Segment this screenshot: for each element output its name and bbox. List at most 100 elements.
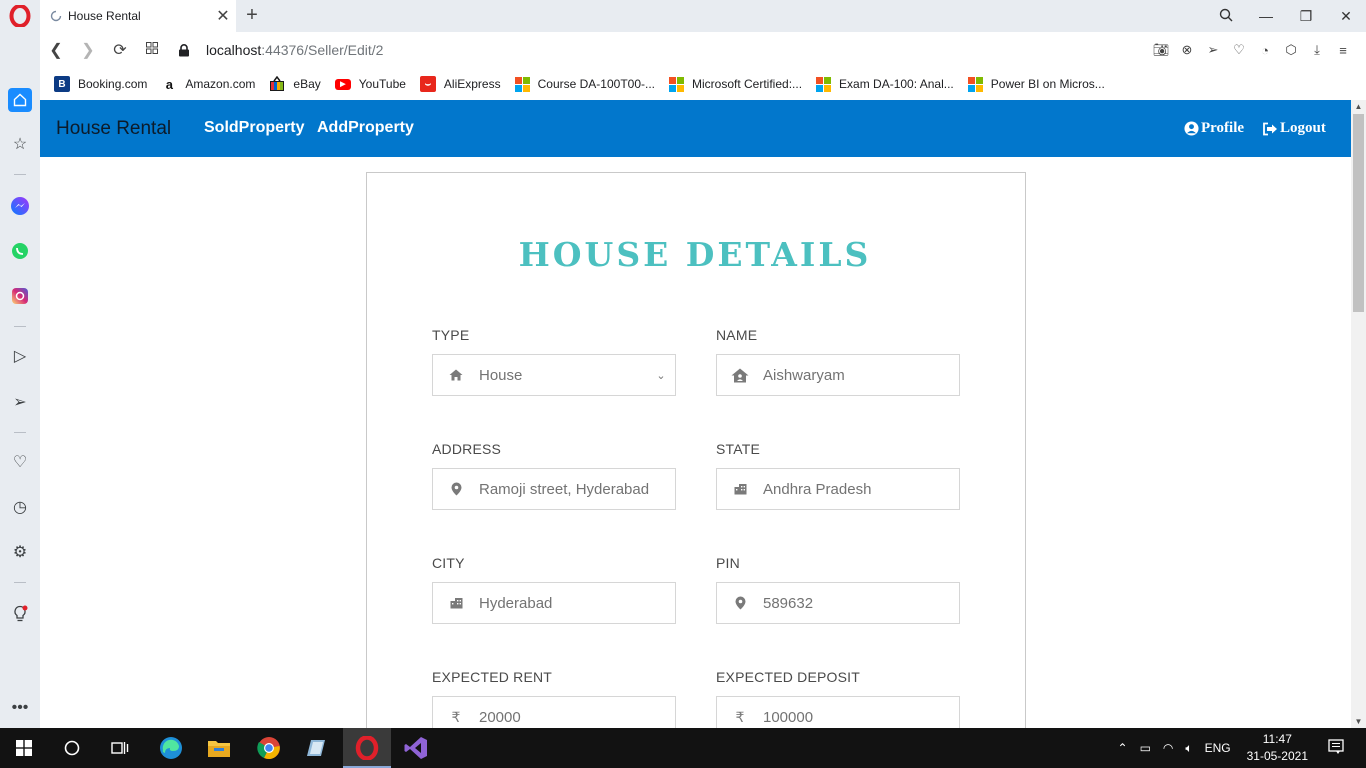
city-input[interactable]: Hyderabad xyxy=(432,582,676,624)
bookmarks-star-icon[interactable]: ☆ xyxy=(8,132,32,156)
reload-icon[interactable]: ⟳ xyxy=(104,40,136,60)
scroll-up-icon[interactable]: ▲ xyxy=(1351,102,1366,111)
whatsapp-icon[interactable] xyxy=(8,239,32,263)
tab-grid-icon[interactable] xyxy=(136,41,168,59)
task-view-icon[interactable] xyxy=(108,736,132,760)
bookmark-booking[interactable]: B Booking.com xyxy=(54,76,147,92)
building-icon xyxy=(717,483,763,495)
nav-link-sold-property[interactable]: SoldProperty xyxy=(204,119,304,137)
close-tab-icon[interactable]: ✕ xyxy=(210,6,236,26)
edge-icon[interactable] xyxy=(159,736,183,760)
deposit-input[interactable]: ₹ 100000 xyxy=(716,696,960,728)
chrome-icon[interactable] xyxy=(257,736,281,760)
browser-tab-house-rental[interactable]: House Rental ✕ xyxy=(40,0,236,32)
pin-input[interactable]: 589632 xyxy=(716,582,960,624)
bookmark-power-bi[interactable]: Power BI on Micros... xyxy=(967,76,1105,92)
back-icon[interactable]: ❮ xyxy=(40,40,72,60)
search-tabs-icon[interactable] xyxy=(1206,8,1246,25)
instagram-icon[interactable] xyxy=(8,284,32,308)
notes-app-icon[interactable] xyxy=(305,736,329,760)
bookmark-exam[interactable]: Exam DA-100: Anal... xyxy=(816,76,954,92)
house-details-card: HOUSE DETAILS TYPE House ⌄ NAME Aishwary… xyxy=(366,172,1026,728)
file-explorer-icon[interactable] xyxy=(207,736,231,760)
clock[interactable]: 11:47 31-05-2021 xyxy=(1247,731,1308,765)
player-icon[interactable]: ▷ xyxy=(8,344,32,368)
more-options-icon[interactable]: ••• xyxy=(8,696,32,720)
windows-taskbar: ⌃ ▭ ◠ 🔈︎ ENG 11:47 31-05-2021 xyxy=(0,728,1366,768)
loading-icon xyxy=(50,10,62,22)
flow-send-icon[interactable]: ➢ xyxy=(8,390,32,414)
name-input[interactable]: Aishwaryam xyxy=(716,354,960,396)
download-icon[interactable]: ⤓ xyxy=(1304,42,1330,58)
state-input[interactable]: Andhra Pradesh xyxy=(716,468,960,510)
bookmark-microsoft-certified[interactable]: Microsoft Certified:... xyxy=(669,76,802,92)
vpn-icon[interactable]: ◔ xyxy=(1252,43,1278,58)
state-label: STATE xyxy=(716,441,761,457)
extensions-cube-icon[interactable]: ⬡ xyxy=(1278,42,1304,58)
aliexpress-icon: ⌣ xyxy=(419,76,436,92)
type-value: House xyxy=(479,366,523,384)
visual-studio-icon[interactable] xyxy=(404,736,428,760)
close-window-icon[interactable]: ✕ xyxy=(1326,8,1366,25)
site-brand[interactable]: House Rental xyxy=(56,118,171,140)
microsoft-icon xyxy=(816,76,832,92)
windows-start-icon[interactable] xyxy=(12,736,36,760)
url-field[interactable]: localhost:44376/Seller/Edit/2 xyxy=(178,42,383,58)
volume-icon[interactable]: 🔈︎ xyxy=(1185,741,1192,756)
scrollbar-thumb[interactable] xyxy=(1353,114,1364,312)
scroll-down-icon[interactable]: ▼ xyxy=(1351,717,1366,726)
profile-link[interactable]: Profile xyxy=(1184,120,1244,137)
lock-icon xyxy=(179,43,189,56)
battery-icon[interactable]: ▭ xyxy=(1140,741,1151,755)
sign-out-icon xyxy=(1263,122,1277,135)
map-marker-icon xyxy=(717,596,763,610)
address-bar-actions: 📷︎ ⊗ ➢ ♡ ◔ ⬡ ⤓ ≡ xyxy=(1148,32,1356,68)
clock-time: 11:47 xyxy=(1262,732,1292,746)
notifications-icon[interactable] xyxy=(1328,738,1344,758)
name-label: NAME xyxy=(716,327,758,343)
history-clock-icon[interactable]: ◷ xyxy=(8,495,32,519)
rent-label: EXPECTED RENT xyxy=(432,669,553,685)
opera-taskbar-icon[interactable] xyxy=(355,736,379,760)
bookmark-amazon[interactable]: a Amazon.com xyxy=(161,76,256,92)
minimize-icon[interactable]: — xyxy=(1246,8,1286,24)
bookmark-ebay[interactable]: eBay xyxy=(269,76,321,92)
page-scrollbar[interactable]: ▲ ▼ xyxy=(1351,100,1366,728)
page-viewport: House Rental SoldProperty AddProperty Pr… xyxy=(40,100,1351,728)
rent-input[interactable]: ₹ 20000 xyxy=(432,696,676,728)
bookmark-youtube[interactable]: ▶ YouTube xyxy=(334,77,406,91)
language-indicator[interactable]: ENG xyxy=(1205,741,1231,755)
type-select[interactable]: House ⌄ xyxy=(432,354,676,396)
house-user-icon xyxy=(717,368,763,383)
nav-link-add-property[interactable]: AddProperty xyxy=(317,119,414,137)
messenger-icon[interactable] xyxy=(8,194,32,218)
home-speed-dial-icon[interactable] xyxy=(8,88,32,112)
logout-link[interactable]: Logout xyxy=(1262,120,1326,137)
settings-gear-icon[interactable]: ⚙ xyxy=(8,540,32,564)
youtube-icon: ▶ xyxy=(334,78,351,90)
form-title: HOUSE DETAILS xyxy=(518,235,872,274)
new-tab-button[interactable]: + xyxy=(244,4,260,26)
snapshot-icon[interactable]: 📷︎ xyxy=(1148,42,1174,58)
bookmark-aliexpress[interactable]: ⌣ AliExpress xyxy=(419,76,501,92)
city-label: CITY xyxy=(432,555,465,571)
restore-icon[interactable]: ❐ xyxy=(1286,8,1326,25)
microsoft-icon xyxy=(514,76,530,92)
tips-lightbulb-icon[interactable] xyxy=(8,602,32,626)
bookmark-course[interactable]: Course DA-100T00-... xyxy=(514,76,655,92)
rupee-icon: ₹ xyxy=(735,708,745,725)
forward-icon[interactable]: ❯ xyxy=(72,40,104,60)
heart-icon[interactable]: ♡ xyxy=(1226,42,1252,58)
send-icon[interactable]: ➢ xyxy=(1200,42,1226,58)
adblock-icon[interactable]: ⊗ xyxy=(1174,42,1200,58)
map-marker-icon xyxy=(433,482,479,496)
opera-logo-icon[interactable] xyxy=(9,5,31,27)
wifi-icon[interactable]: ◠ xyxy=(1163,741,1173,755)
address-input[interactable]: Ramoji street, Hyderabad xyxy=(432,468,676,510)
search-circle-icon[interactable] xyxy=(60,736,84,760)
tray-overflow-icon[interactable]: ⌃ xyxy=(1118,741,1128,755)
easy-setup-icon[interactable]: ≡ xyxy=(1330,43,1356,58)
url-host: localhost xyxy=(206,42,262,58)
pinboard-heart-icon[interactable]: ♡ xyxy=(8,450,32,474)
city-value: Hyderabad xyxy=(479,594,553,612)
